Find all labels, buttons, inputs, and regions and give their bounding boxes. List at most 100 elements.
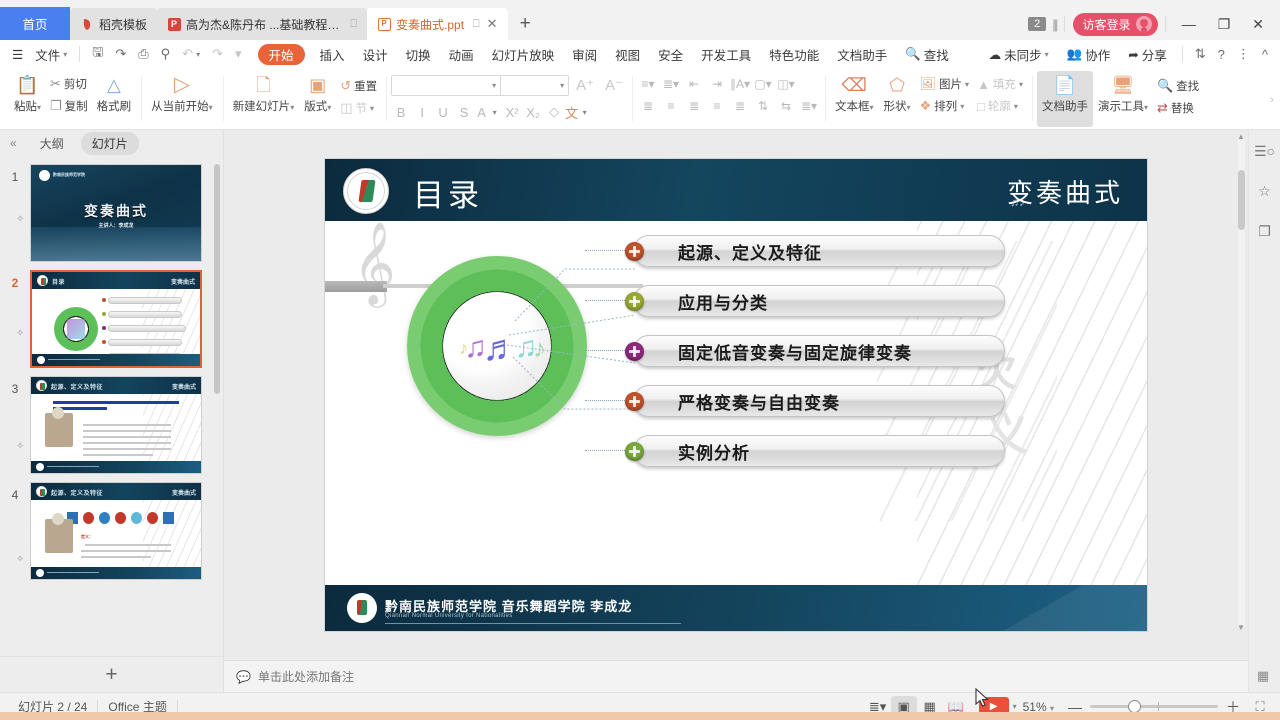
properties-icon[interactable]: ☰○	[1254, 140, 1276, 162]
save-icon[interactable]: 🖫	[86, 42, 109, 66]
ribbon-tab-slideshow[interactable]: 幻灯片放映	[483, 42, 564, 66]
list-item[interactable]: 3 起源、定义及特征 变奏曲式	[0, 372, 223, 478]
find-button[interactable]: 🔍 查找	[1153, 76, 1203, 96]
slide-3-animation-icon[interactable]: ✧	[16, 441, 24, 452]
toc-item-3[interactable]: 固定低音变奏与固定旋律变奏	[585, 335, 1005, 367]
justify-button[interactable]: ≡	[706, 96, 728, 116]
textbox-button[interactable]: ⌫ 文本框▾	[830, 71, 879, 127]
thumbnail-list[interactable]: 1 黔南民族师范学院 变奏曲式 主讲人：李成龙 ✧ 2 目录 变奏曲式 ✧ 3 …	[0, 156, 223, 656]
tab-slides[interactable]: 幻灯片	[80, 131, 139, 155]
ribbon-tab-design[interactable]: 设计	[354, 42, 397, 66]
align-center-button[interactable]: ≡	[660, 96, 682, 116]
strikethrough-button[interactable]: S	[454, 102, 474, 122]
slide-thumbnail-1[interactable]: 黔南民族师范学院 变奏曲式 主讲人：李成龙	[30, 164, 202, 262]
text-direction-button[interactable]: ∥A▾	[729, 74, 751, 94]
new-tab-button[interactable]: +	[508, 8, 543, 40]
bullet-list-button[interactable]: ≡▾	[637, 74, 659, 94]
chevron-up-icon[interactable]: ▲	[1237, 132, 1245, 141]
tab-pdf-document[interactable]: P 高为杰&陈丹布 ...基础教程.pdf ⎕	[157, 8, 368, 40]
copy-button[interactable]: ❐ 复制	[46, 96, 92, 116]
login-button[interactable]: 访客登录	[1072, 12, 1158, 36]
thumbnail-scrollbar[interactable]	[214, 164, 220, 394]
collapse-panel-icon[interactable]: «	[4, 136, 23, 150]
redo-icon[interactable]: ↷	[206, 42, 229, 66]
toc-item-pill[interactable]: 严格变奏与自由变奏	[633, 385, 1005, 417]
cut-button[interactable]: ✂ 剪切	[46, 74, 92, 94]
columns-button[interactable]: ◫▾	[775, 74, 797, 94]
decrease-indent-button[interactable]: ⇤	[683, 74, 705, 94]
tab-pdf-monitor-icon[interactable]: ⎕	[350, 18, 357, 31]
restore-button[interactable]: ❐	[1210, 16, 1239, 33]
ribbon-tab-insert[interactable]: 插入	[311, 42, 354, 66]
superscript-button[interactable]: X²	[502, 102, 522, 122]
start-from-current-button[interactable]: ▷ 从当前开始▾	[146, 71, 218, 127]
slide-1-animation-icon[interactable]: ✧	[16, 214, 24, 225]
arrange-button[interactable]: ❖ 排列 ▾	[916, 96, 974, 116]
toc-item-5[interactable]: 实例分析	[585, 435, 1005, 467]
list-item[interactable]: 2 目录 变奏曲式	[0, 266, 223, 372]
find-menu-button[interactable]: 🔍 查找	[896, 42, 958, 66]
ribbon-tab-devtools[interactable]: 开发工具	[692, 42, 760, 66]
reset-button[interactable]: ↺ 重置	[336, 76, 381, 96]
format-painter-button[interactable]: △ 格式刷	[92, 71, 137, 127]
clear-formatting-button[interactable]: ◇	[544, 102, 564, 122]
file-menu[interactable]: 文件 ▾	[29, 42, 73, 66]
slide-thumbnail-2[interactable]: 目录 变奏曲式	[30, 270, 202, 368]
slide-thumbnail-4[interactable]: 起源、定义及特征 变奏曲式 定义：	[30, 482, 202, 580]
subscript-button[interactable]: X₂	[523, 102, 543, 122]
align-right-button[interactable]: ≣	[683, 96, 705, 116]
ribbon-tab-doc-assistant[interactable]: 文档助手	[828, 42, 896, 66]
picture-button[interactable]: 🖼 图片 ▾	[916, 74, 974, 94]
tab-docer-template[interactable]: 稻壳模板	[70, 8, 158, 40]
toc-item-1[interactable]: 起源、定义及特征	[585, 235, 1005, 267]
zoom-track[interactable]	[1090, 700, 1218, 713]
print-preview-icon[interactable]: ⚲	[155, 42, 177, 66]
undo-icon[interactable]: ↶ ▾	[176, 42, 206, 66]
slide-thumbnail-3[interactable]: 起源、定义及特征 变奏曲式	[30, 376, 202, 474]
ribbon-tab-security[interactable]: 安全	[649, 42, 692, 66]
fill-button[interactable]: ▲ 填充 ▾	[973, 74, 1027, 94]
layout-button[interactable]: ▣ 版式▾	[299, 71, 336, 127]
doc-assistant-button[interactable]: 📄 文档助手	[1036, 71, 1093, 127]
ribbon-overflow[interactable]: ›	[1266, 70, 1280, 129]
section-button[interactable]: ◫ 节 ▾	[336, 98, 381, 118]
list-level-button[interactable]: ≣▾	[798, 96, 820, 116]
shape-button[interactable]: ⬠ 形状▾	[879, 71, 916, 127]
sync-status-button[interactable]: ☁ 未同步 ▾	[980, 42, 1058, 66]
list-item[interactable]: 4 起源、定义及特征 变奏曲式 定义：	[0, 478, 223, 584]
chevron-down-icon[interactable]: ▼	[1237, 623, 1245, 632]
replace-button[interactable]: ⇄ 替换	[1153, 98, 1203, 118]
close-button[interactable]: ✕	[1244, 16, 1272, 33]
font-size-input[interactable]: ▾	[501, 74, 570, 96]
underline-button[interactable]: U	[433, 102, 453, 122]
slide-4-animation-icon[interactable]: ✧	[16, 554, 24, 565]
toc-item-pill[interactable]: 实例分析	[633, 435, 1005, 467]
phonetic-guide-button[interactable]: 文 ▾	[565, 102, 591, 122]
numbered-list-button[interactable]: ≣▾	[660, 74, 682, 94]
list-item[interactable]: 1 黔南民族师范学院 变奏曲式 主讲人：李成龙	[0, 160, 223, 266]
ribbon-tab-animation[interactable]: 动画	[440, 42, 483, 66]
animation-icon[interactable]: ☆	[1254, 180, 1276, 202]
toc-item-pill[interactable]: 起源、定义及特征	[633, 235, 1005, 267]
current-slide[interactable]: 目录 ♫♪ 变奏曲式 欠 义 𝄞 ♪ ♫ ♬ ♫ ♪ 起源、定义及特征 应用与分…	[325, 159, 1147, 631]
distribute-button[interactable]: ≣	[729, 96, 751, 116]
ribbon-tab-start[interactable]: 开始	[257, 43, 305, 65]
toc-item-pill[interactable]: 固定低音变奏与固定旋律变奏	[633, 335, 1005, 367]
increase-indent-button[interactable]: ⇥	[706, 74, 728, 94]
outline-button[interactable]: □ 轮廓 ▾	[973, 96, 1027, 116]
align-text-button[interactable]: ▢▾	[752, 74, 774, 94]
new-slide-button[interactable]: 🗋 新建幻灯片▾	[228, 71, 300, 127]
save-as-icon[interactable]: ↷	[109, 42, 132, 66]
help-icon[interactable]: ?	[1212, 42, 1231, 66]
align-left-button[interactable]: ≣	[637, 96, 659, 116]
toc-item-2[interactable]: 应用与分类	[585, 285, 1005, 317]
collaborate-button[interactable]: 👥 协作	[1058, 42, 1120, 66]
decrease-font-size-button[interactable]: A⁻	[601, 74, 627, 96]
more-icon[interactable]: ⋮	[1231, 42, 1256, 66]
slide-canvas[interactable]: 目录 ♫♪ 变奏曲式 欠 义 𝄞 ♪ ♫ ♬ ♫ ♪ 起源、定义及特征 应用与分…	[224, 130, 1248, 707]
tab-ppt-monitor-icon[interactable]: ⎕	[473, 18, 480, 31]
notes-pane[interactable]: 💬 单击此处添加备注	[224, 660, 1248, 692]
font-color-button[interactable]: A ▾	[475, 102, 501, 122]
grid-toggle-icon[interactable]: ▦	[1250, 666, 1276, 686]
line-spacing-button[interactable]: ⇅	[752, 96, 774, 116]
